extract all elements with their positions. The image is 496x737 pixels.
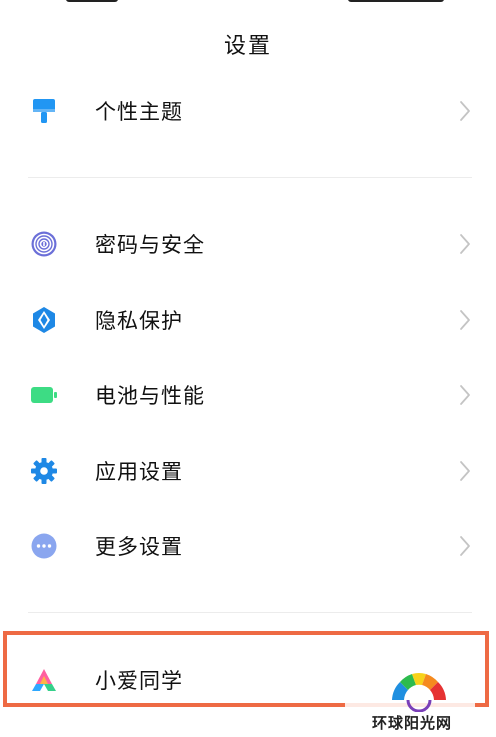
- settings-item-password-security[interactable]: 密码与安全: [0, 216, 496, 272]
- chevron-right-icon: [460, 101, 470, 121]
- settings-item-label: 隐私保护: [95, 309, 183, 333]
- settings-item-more-settings[interactable]: 更多设置: [0, 518, 496, 574]
- settings-item-battery-performance[interactable]: 电池与性能: [0, 367, 496, 423]
- battery-icon: [31, 387, 57, 403]
- gear-icon: [31, 458, 57, 484]
- settings-item-label: 更多设置: [95, 535, 183, 559]
- watermark-text: 环球阳光网: [372, 714, 453, 732]
- chevron-right-icon: [460, 234, 470, 254]
- settings-item-privacy[interactable]: 隐私保护: [0, 292, 496, 348]
- settings-item-theme[interactable]: 个性主题: [0, 83, 496, 139]
- settings-item-label: 电池与性能: [95, 384, 205, 408]
- chevron-right-icon: [460, 536, 470, 556]
- chevron-right-icon: [460, 310, 470, 330]
- page-title: 设置: [223, 34, 272, 59]
- settings-item-label: 密码与安全: [95, 233, 205, 257]
- status-bar-fragment: [66, 0, 118, 2]
- settings-item-app-settings[interactable]: 应用设置: [0, 443, 496, 499]
- fingerprint-icon: [31, 231, 57, 257]
- theme-brush-icon: [33, 99, 55, 123]
- more-dots-icon: [31, 533, 57, 559]
- section-divider: [28, 612, 472, 613]
- watermark-logo-icon: [392, 673, 446, 712]
- privacy-shield-icon: [33, 307, 55, 333]
- chevron-right-icon: [460, 461, 470, 481]
- settings-item-label: 应用设置: [95, 460, 183, 484]
- settings-item-label: 个性主题: [95, 100, 183, 124]
- chevron-right-icon: [460, 385, 470, 405]
- status-bar-fragment: [348, 0, 444, 2]
- section-divider: [28, 177, 472, 178]
